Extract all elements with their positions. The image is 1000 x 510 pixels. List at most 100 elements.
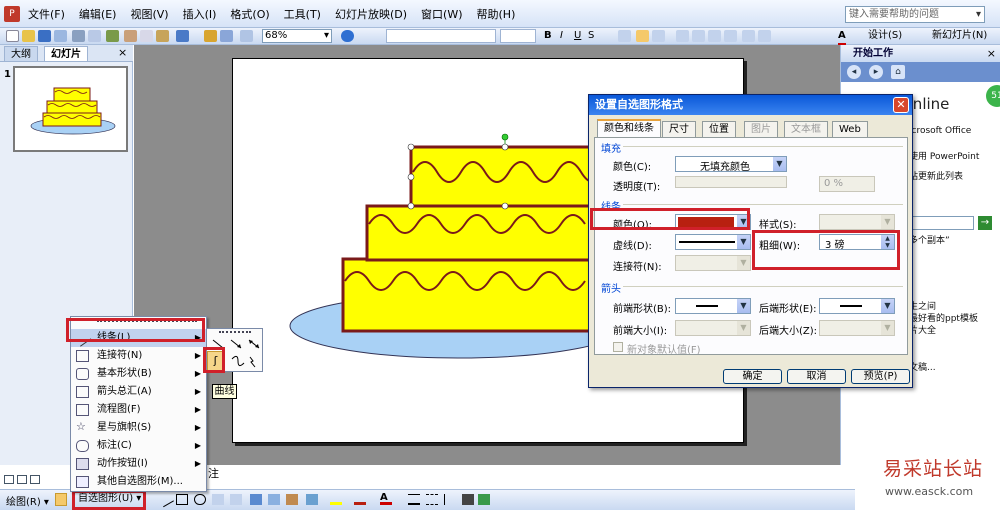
picture-icon[interactable] xyxy=(306,494,318,505)
close-icon[interactable]: ✕ xyxy=(893,97,909,113)
menu-item-basic-shapes[interactable]: 基本形状(B) ▶ xyxy=(71,365,206,383)
decrease-font-icon[interactable] xyxy=(724,30,737,42)
back-icon[interactable]: ◂ xyxy=(847,65,861,79)
default-checkbox[interactable] xyxy=(613,342,623,352)
task-pane-link[interactable]: 使用 PowerPoint xyxy=(909,149,979,162)
dash-select[interactable]: ▼ xyxy=(675,234,751,250)
menu-tools[interactable]: 工具(T) xyxy=(284,6,321,22)
menu-item-more-autoshapes[interactable]: 其他自选图形(M)... xyxy=(71,473,206,491)
search-go-icon[interactable]: → xyxy=(978,216,992,230)
increase-font-icon[interactable] xyxy=(708,30,721,42)
line-style-select[interactable]: ▼ xyxy=(819,214,895,230)
menu-item-action-buttons[interactable]: 动作按钮(I) ▶ xyxy=(71,455,206,473)
font-size-select[interactable] xyxy=(500,29,536,43)
end-size-select[interactable]: ▼ xyxy=(819,320,895,336)
rectangle-icon[interactable] xyxy=(176,494,188,505)
vertical-textbox-icon[interactable] xyxy=(230,494,242,505)
zoom-select[interactable]: 68% xyxy=(262,29,332,43)
menu-item-connectors[interactable]: 连接符(N) ▶ xyxy=(71,347,206,365)
sorter-view-icon[interactable] xyxy=(17,475,27,484)
task-pane-link[interactable]: 多个副本” xyxy=(909,233,950,246)
preview-button[interactable]: 预览(P) xyxy=(851,369,910,384)
menu-file[interactable]: 文件(F) xyxy=(28,6,65,22)
shadow-style-icon[interactable] xyxy=(462,494,474,505)
increase-indent-icon[interactable] xyxy=(758,30,771,42)
line-style-icon[interactable] xyxy=(408,494,420,505)
diagram-icon[interactable] xyxy=(268,494,280,505)
submenu-grip[interactable] xyxy=(219,331,251,334)
menu-edit[interactable]: 编辑(E) xyxy=(79,6,117,22)
table-icon[interactable] xyxy=(220,30,233,42)
tab-size[interactable]: 尺寸 xyxy=(662,121,696,137)
italic-icon[interactable]: I xyxy=(560,29,563,43)
permission-icon[interactable] xyxy=(54,30,67,42)
arrow-style-icon[interactable] xyxy=(444,494,456,505)
tab-textbox[interactable]: 文本框 xyxy=(784,121,828,137)
ok-button[interactable]: 确定 xyxy=(723,369,782,384)
tab-slides[interactable]: 幻灯片 xyxy=(44,46,88,61)
menu-slideshow[interactable]: 幻灯片放映(D) xyxy=(335,6,407,22)
transparency-slider[interactable] xyxy=(675,176,787,188)
close-icon[interactable]: × xyxy=(987,45,996,62)
align-right-icon[interactable] xyxy=(652,30,665,42)
bullets-icon[interactable] xyxy=(692,30,705,42)
menu-item-flowchart[interactable]: 流程图(F) ▶ xyxy=(71,401,206,419)
normal-view-icon[interactable] xyxy=(4,475,14,484)
save-icon[interactable] xyxy=(38,30,51,42)
grid-icon[interactable] xyxy=(240,30,253,42)
slideshow-view-icon[interactable] xyxy=(30,475,40,484)
design-button[interactable]: 设计(S) xyxy=(868,29,902,43)
font-select[interactable] xyxy=(386,29,496,43)
menu-help[interactable]: 帮助(H) xyxy=(477,6,516,22)
3d-style-icon[interactable] xyxy=(478,494,490,505)
home-icon[interactable]: ⌂ xyxy=(891,65,905,79)
menu-format[interactable]: 格式(O) xyxy=(230,6,269,22)
end-style-select[interactable]: ▼ xyxy=(819,298,895,314)
copy-icon[interactable] xyxy=(140,30,153,42)
undo-icon[interactable] xyxy=(176,30,189,42)
dash-style-icon[interactable] xyxy=(426,494,438,505)
close-icon[interactable]: × xyxy=(118,46,127,59)
connector-select[interactable]: ▼ xyxy=(675,255,751,271)
tab-colors-lines[interactable]: 颜色和线条 xyxy=(597,119,661,138)
tab-position[interactable]: 位置 xyxy=(702,121,736,137)
textbox-icon[interactable] xyxy=(212,494,224,505)
bold-icon[interactable]: B xyxy=(544,29,552,43)
new-icon[interactable] xyxy=(6,30,19,42)
draw-menu-button[interactable]: 绘图(R) ▾ xyxy=(6,493,49,508)
wordart-icon[interactable] xyxy=(250,494,262,505)
align-center-icon[interactable] xyxy=(636,30,649,42)
fill-color-select[interactable]: 无填充颜色 ▼ xyxy=(675,156,787,173)
print-icon[interactable] xyxy=(72,30,85,42)
clipart-icon[interactable] xyxy=(286,494,298,505)
begin-size-select[interactable]: ▼ xyxy=(675,320,751,336)
menu-item-block-arrows[interactable]: 箭头总汇(A) ▶ xyxy=(71,383,206,401)
oval-icon[interactable] xyxy=(194,494,206,505)
select-pointer-icon[interactable] xyxy=(55,493,67,506)
tab-picture[interactable]: 图片 xyxy=(744,121,778,137)
help-icon[interactable] xyxy=(341,30,354,42)
line-icon[interactable] xyxy=(158,491,174,508)
chart-icon[interactable] xyxy=(204,30,217,42)
slide-thumbnail[interactable] xyxy=(13,66,128,152)
menu-item-stars-banners[interactable]: ☆ 星与旗帜(S) ▶ xyxy=(71,419,206,437)
open-icon[interactable] xyxy=(22,30,35,42)
cancel-button[interactable]: 取消 xyxy=(787,369,846,384)
font-color-icon[interactable]: A xyxy=(838,29,846,46)
task-pane-link[interactable]: 站更新此列表 xyxy=(909,169,963,182)
task-pane-link[interactable]: 片大全 xyxy=(909,323,936,336)
menu-window[interactable]: 窗口(W) xyxy=(421,6,462,22)
font-color-icon[interactable]: A xyxy=(380,493,392,505)
fill-color-icon[interactable] xyxy=(330,494,342,505)
task-pane-link[interactable]: icrosoft Office xyxy=(909,126,971,136)
new-slide-button[interactable]: 新幻灯片(N) xyxy=(932,29,987,43)
transparency-value[interactable]: 0 % xyxy=(819,176,875,192)
preview-icon[interactable] xyxy=(88,30,101,42)
app-icon[interactable]: P xyxy=(4,6,20,22)
menu-view[interactable]: 视图(V) xyxy=(130,6,168,22)
underline-icon[interactable]: U xyxy=(574,29,581,43)
align-left-icon[interactable] xyxy=(618,30,631,42)
tab-outline[interactable]: 大纲 xyxy=(4,46,38,61)
spelling-icon[interactable] xyxy=(106,30,119,42)
forward-icon[interactable]: ▸ xyxy=(869,65,883,79)
